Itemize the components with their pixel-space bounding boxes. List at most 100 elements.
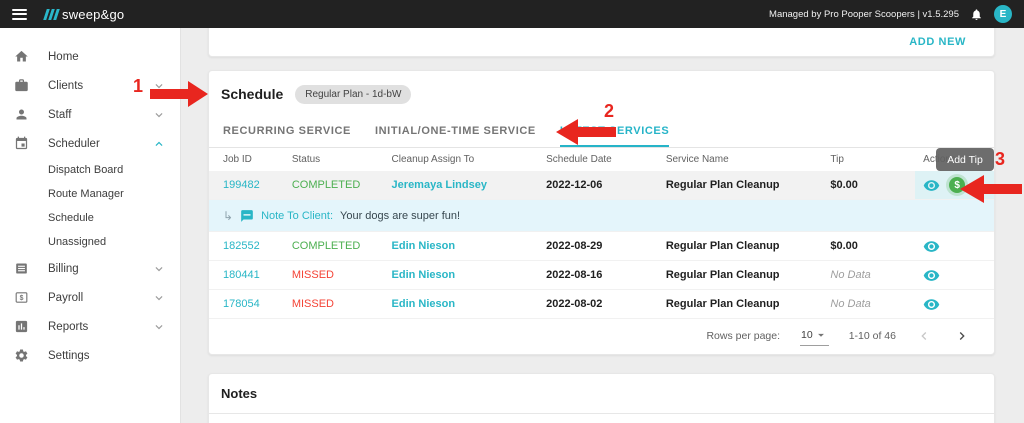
- column-header-schedule-date: Schedule Date: [546, 154, 666, 165]
- schedule-date: 2022-08-16: [546, 269, 666, 281]
- actions-cell: [915, 290, 994, 318]
- payroll-icon: $: [14, 290, 30, 305]
- eye-icon: [923, 238, 940, 255]
- table-row: 178054MISSEDEdin Nieson2022-08-02Regular…: [209, 290, 994, 319]
- scheduler-icon: [14, 136, 30, 151]
- rows-per-page-value: 10: [801, 329, 813, 341]
- menu-icon[interactable]: [12, 9, 27, 20]
- view-details-button[interactable]: [923, 238, 940, 255]
- sidebar-item-scheduler[interactable]: Scheduler: [0, 129, 180, 158]
- view-details-button[interactable]: [923, 267, 940, 284]
- sidebar-subitem-route-manager[interactable]: Route Manager: [0, 182, 180, 206]
- main-content: ADD NEW Schedule Regular Plan - 1d-bW RE…: [181, 28, 1024, 423]
- schedule-date: 2022-08-29: [546, 240, 666, 252]
- logo-text: sweep&go: [62, 7, 124, 22]
- column-header-service-name: Service Name: [666, 154, 831, 165]
- sidebar-item-label: Schedule: [48, 212, 94, 224]
- sidebar-item-label: Staff: [48, 109, 71, 121]
- managed-by-text: Managed by Pro Pooper Scoopers | v1.5.29…: [769, 9, 959, 20]
- tip-value: No Data: [830, 298, 915, 310]
- reply-arrow-icon: ↳: [223, 209, 233, 223]
- page-range-label: 1-10 of 46: [849, 330, 896, 342]
- schedule-date: 2022-12-06: [546, 179, 666, 191]
- tip-value: $0.00: [830, 179, 915, 191]
- chevron-right-icon: [954, 328, 970, 344]
- services-table: Job IDStatusCleanup Assign ToSchedule Da…: [209, 148, 994, 319]
- table-header-row: Job IDStatusCleanup Assign ToSchedule Da…: [209, 148, 994, 171]
- sidebar-item-reports[interactable]: Reports: [0, 312, 180, 341]
- add-new-button[interactable]: ADD NEW: [909, 36, 966, 48]
- sidebar-item-label: Clients: [48, 80, 83, 92]
- note-text: Your dogs are super fun!: [340, 210, 460, 222]
- topbar: sweep&go Managed by Pro Pooper Scoopers …: [0, 0, 1024, 28]
- notes-card: Notes: [208, 373, 995, 423]
- view-details-button[interactable]: [923, 296, 940, 313]
- assignee-link[interactable]: Edin Nieson: [392, 269, 547, 281]
- reports-icon: [14, 319, 30, 334]
- view-details-button[interactable]: [923, 177, 940, 194]
- assignee-link[interactable]: Jeremaya Lindsey: [392, 179, 547, 191]
- chat-icon: [240, 209, 254, 223]
- notifications-bell-icon[interactable]: [970, 8, 983, 21]
- notes-title: Notes: [209, 374, 994, 414]
- annotation-arrow-3: [960, 175, 1022, 203]
- caret-down-icon: [814, 328, 828, 342]
- column-header-status: Status: [292, 154, 392, 165]
- column-header-cleanup-assign-to: Cleanup Assign To: [392, 154, 547, 165]
- job-id-link[interactable]: 182552: [209, 240, 292, 252]
- status-label: COMPLETED: [292, 240, 392, 252]
- sidebar-item-label: Billing: [48, 263, 79, 275]
- chevron-down-icon: [152, 262, 166, 276]
- top-card: ADD NEW: [208, 28, 995, 57]
- job-id-link[interactable]: 199482: [209, 179, 292, 191]
- tab-recurring-service[interactable]: RECURRING SERVICE: [223, 117, 351, 147]
- tip-value: $0.00: [830, 240, 915, 252]
- note-label: Note To Client:: [261, 210, 333, 222]
- assignee-link[interactable]: Edin Nieson: [392, 298, 547, 310]
- eye-icon: [923, 177, 940, 194]
- svg-text:$: $: [20, 295, 24, 302]
- annotation-arrow-1: [150, 81, 208, 107]
- table-row: 182552COMPLETEDEdin Nieson2022-08-29Regu…: [209, 232, 994, 261]
- assignee-link[interactable]: Edin Nieson: [392, 240, 547, 252]
- next-page-button[interactable]: [954, 328, 970, 344]
- job-id-link[interactable]: 180441: [209, 269, 292, 281]
- rows-per-page-select[interactable]: 10: [800, 325, 829, 346]
- schedule-title: Schedule: [221, 86, 283, 102]
- service-name: Regular Plan Cleanup: [666, 298, 831, 310]
- annotation-number-3: 3: [995, 149, 1005, 170]
- sidebar-subitem-dispatch-board[interactable]: Dispatch Board: [0, 158, 180, 182]
- user-avatar[interactable]: E: [994, 5, 1012, 23]
- chevron-down-icon: [152, 320, 166, 334]
- plan-chip: Regular Plan - 1d-bW: [295, 85, 411, 104]
- service-name: Regular Plan Cleanup: [666, 240, 831, 252]
- sidebar-item-label: Dispatch Board: [48, 164, 123, 176]
- sidebar-item-home[interactable]: Home: [0, 42, 180, 71]
- schedule-date: 2022-08-02: [546, 298, 666, 310]
- schedule-card: Schedule Regular Plan - 1d-bW RECURRING …: [208, 70, 995, 355]
- chevron-up-icon: [152, 137, 166, 151]
- sidebar-item-payroll[interactable]: $ Payroll: [0, 283, 180, 312]
- sidebar-item-billing[interactable]: Billing: [0, 254, 180, 283]
- sidebar-item-label: Home: [48, 51, 79, 63]
- actions-cell: [915, 232, 994, 260]
- table-row: 199482COMPLETEDJeremaya Lindsey2022-12-0…: [209, 171, 994, 200]
- chevron-down-icon: [152, 108, 166, 122]
- column-header-job-id: Job ID: [209, 154, 292, 165]
- chevron-down-icon: [152, 291, 166, 305]
- status-label: MISSED: [292, 298, 392, 310]
- home-icon: [14, 49, 30, 64]
- previous-page-button[interactable]: [916, 328, 932, 344]
- job-id-link[interactable]: 178054: [209, 298, 292, 310]
- tab-initial-one-time-service[interactable]: INITIAL/ONE-TIME SERVICE: [375, 117, 536, 147]
- sidebar-item-label: Payroll: [48, 292, 83, 304]
- add-tip-tooltip: Add Tip: [936, 148, 994, 171]
- status-label: MISSED: [292, 269, 392, 281]
- tip-value: No Data: [830, 269, 915, 281]
- table-row: 180441MISSEDEdin Nieson2022-08-16Regular…: [209, 261, 994, 290]
- sidebar-subitem-schedule[interactable]: Schedule: [0, 206, 180, 230]
- sidebar-item-settings[interactable]: Settings: [0, 341, 180, 370]
- sidebar-subitem-unassigned[interactable]: Unassigned: [0, 230, 180, 254]
- eye-icon: [923, 267, 940, 284]
- status-label: COMPLETED: [292, 179, 392, 191]
